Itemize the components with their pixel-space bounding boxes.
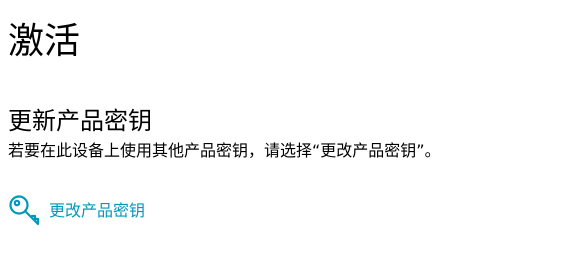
- change-product-key-link[interactable]: 更改产品密钥: [8, 194, 145, 228]
- change-product-key-label[interactable]: 更改产品密钥: [49, 200, 145, 222]
- page-title: 激活: [8, 21, 81, 62]
- section-description: 若要在此设备上使用其他产品密钥，请选择“更改产品密钥”。: [8, 141, 441, 160]
- key-icon: [8, 194, 42, 228]
- section-heading-update-product-key: 更新产品密钥: [8, 107, 152, 135]
